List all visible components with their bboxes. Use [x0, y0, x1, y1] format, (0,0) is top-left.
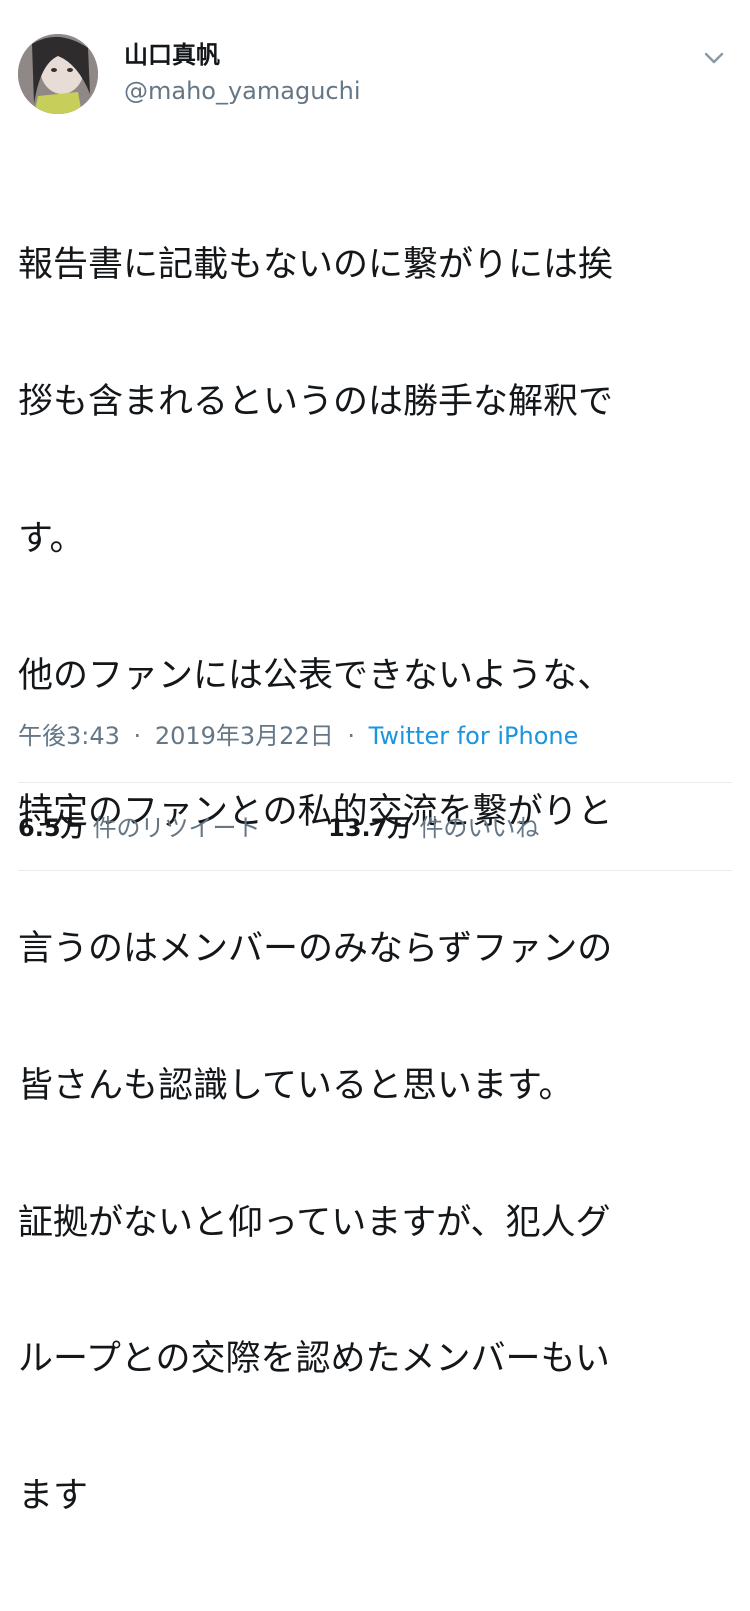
- retweets-count: 6.5万: [18, 814, 85, 842]
- tweet-text-line: 拶も含まれるというのは勝手な解釈で: [18, 381, 614, 422]
- tweet-source-link[interactable]: Twitter for iPhone: [369, 722, 579, 750]
- tweet-text-line: ループとの交際を認めたメンバーもい: [18, 1339, 610, 1380]
- meta-separator: ·: [347, 722, 355, 750]
- tweet-detail: 山口真帆 @maho_yamaguchi 報告書に記載もないのに繋がりには挨 拶…: [0, 0, 750, 1516]
- meta-separator: ·: [133, 722, 142, 750]
- display-name[interactable]: 山口真帆: [124, 40, 361, 70]
- tweet-text-line: 証拠がないと仰っていますが、犯人グ: [18, 1202, 611, 1243]
- tweet-text: 報告書に記載もないのに繋がりには挨 拶も含まれるというのは勝手な解釈で す。 他…: [18, 152, 732, 1611]
- tweet-header: 山口真帆 @maho_yamaguchi: [18, 30, 732, 116]
- tweet-stats: 6.5万 件のリツイート 13.7万 件のいいね: [18, 808, 599, 848]
- tweet-text-line: 他のファンには公表できないような、: [18, 655, 613, 696]
- retweets-label: 件のリツイート: [92, 814, 261, 842]
- tweet-date[interactable]: 2019年3月22日: [155, 722, 334, 750]
- likes-label: 件のいいね: [419, 814, 540, 842]
- retweets-stat[interactable]: 6.5万 件のリツイート: [18, 808, 261, 848]
- tweet-meta: 午後3:43 · 2019年3月22日 · Twitter for iPhone: [18, 716, 578, 756]
- tweet-text-line: 皆さんも認識していると思います。: [18, 1065, 574, 1106]
- user-names: 山口真帆 @maho_yamaguchi: [124, 40, 361, 108]
- likes-count: 13.7万: [328, 814, 412, 842]
- tweet-text-line: 報告書に記載もないのに繋がりには挨: [18, 245, 614, 286]
- user-handle[interactable]: @maho_yamaguchi: [124, 74, 361, 108]
- likes-stat[interactable]: 13.7万 件のいいね: [328, 808, 539, 848]
- tweet-time[interactable]: 午後3:43: [18, 722, 120, 750]
- avatar[interactable]: [18, 34, 98, 114]
- divider: [18, 782, 732, 783]
- tweet-text-line: 言うのはメンバーのみならずファンの: [18, 929, 613, 970]
- tweet-text-line: す。: [18, 518, 85, 559]
- divider: [18, 870, 732, 871]
- chevron-down-icon[interactable]: [700, 44, 728, 72]
- tweet-text-line: ます: [18, 1476, 89, 1517]
- avatar-image: [18, 34, 98, 114]
